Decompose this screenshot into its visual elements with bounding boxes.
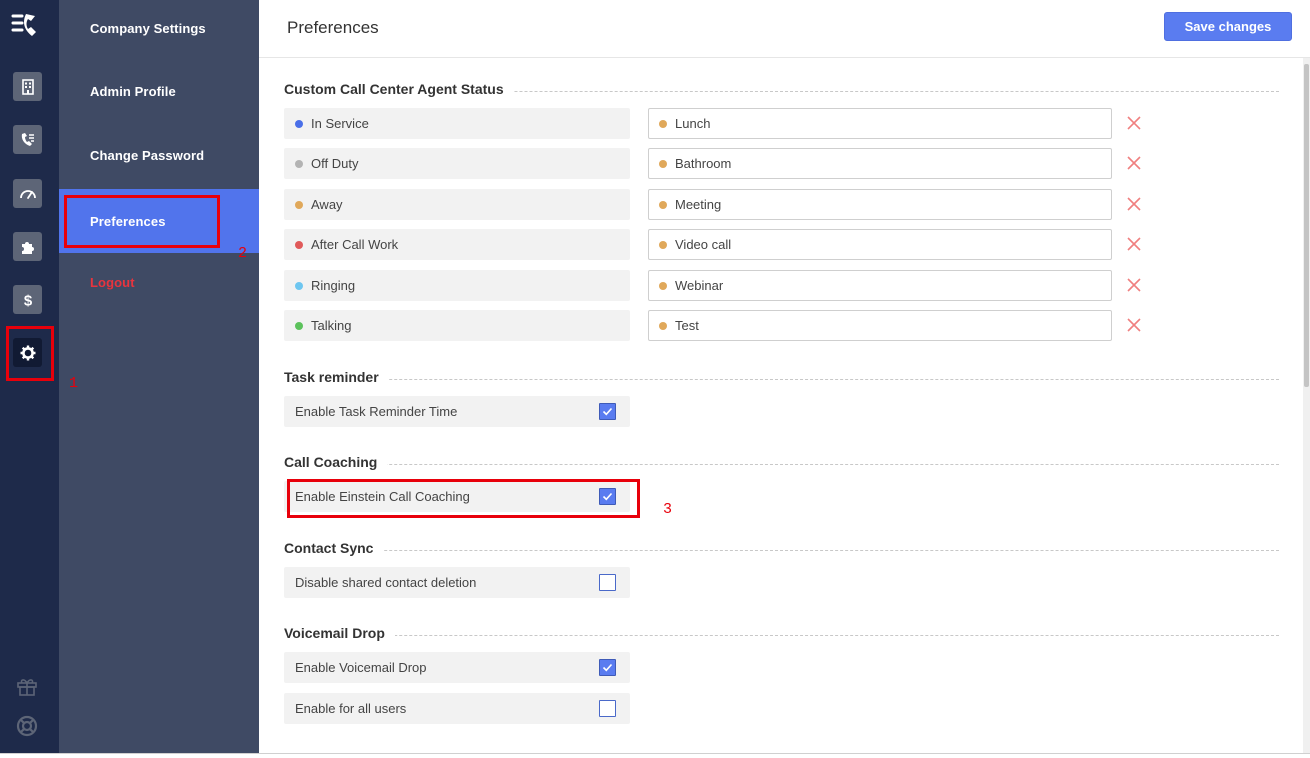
section-divider (284, 635, 1279, 636)
voicemail-all-users-option: Enable for all users (284, 693, 630, 724)
custom-status-input[interactable]: Bathroom (648, 148, 1112, 179)
menu-item-change-password[interactable]: Change Password (59, 123, 259, 187)
contact-sync-title: Contact Sync (284, 540, 384, 556)
option-label: Enable for all users (295, 701, 407, 716)
status-label: Away (311, 197, 343, 212)
app-logo-icon[interactable] (10, 10, 46, 42)
page-header: Preferences Save changes (259, 0, 1310, 58)
rail-billing-button[interactable]: $ (13, 285, 42, 314)
status-color-dot (295, 119, 303, 128)
status-label: Ringing (311, 278, 356, 293)
section-divider (284, 464, 1279, 465)
custom-status-label[interactable]: Video call (675, 237, 731, 252)
rail-company-button[interactable] (13, 72, 42, 101)
status-label: After Call Work (311, 237, 399, 252)
status-color-dot[interactable] (659, 281, 667, 290)
rail-integrations-button[interactable] (13, 232, 42, 261)
status-color-dot (295, 159, 303, 168)
gift-icon (17, 679, 37, 696)
default-status-item: Off Duty (284, 148, 630, 179)
annotation-box-1 (6, 326, 54, 381)
annotation-box-3 (287, 479, 640, 518)
option-label: Enable Task Reminder Time (295, 404, 458, 419)
delete-status-icon[interactable] (1126, 236, 1142, 252)
status-label: Talking (311, 318, 352, 333)
status-color-dot (295, 240, 303, 249)
voicemail-all-users-checkbox[interactable] (599, 700, 616, 717)
default-status-item: After Call Work (284, 229, 630, 260)
default-status-item: Talking (284, 310, 630, 341)
custom-status-label[interactable]: Test (675, 318, 699, 333)
task-reminder-checkbox[interactable] (599, 403, 616, 420)
speedometer-icon (19, 189, 36, 199)
voicemail-drop-title: Voicemail Drop (284, 625, 395, 641)
default-status-item: Away (284, 189, 630, 220)
custom-status-input[interactable]: Video call (648, 229, 1112, 260)
custom-status-label[interactable]: Meeting (675, 197, 721, 212)
annotation-box-2 (64, 195, 220, 248)
status-color-dot[interactable] (659, 240, 667, 249)
custom-status-label[interactable]: Lunch (675, 116, 710, 131)
delete-status-icon[interactable] (1126, 115, 1142, 131)
status-label: Off Duty (311, 156, 359, 171)
dollar-icon: $ (23, 292, 32, 309)
task-reminder-title: Task reminder (284, 369, 389, 385)
annotation-number-1: 1 (69, 375, 79, 392)
call-list-icon (21, 132, 34, 146)
menu-item-admin-profile[interactable]: Admin Profile (59, 59, 259, 123)
contact-sync-option: Disable shared contact deletion (284, 567, 630, 598)
custom-status-label[interactable]: Webinar (675, 278, 723, 293)
status-color-dot (295, 321, 303, 330)
custom-status-input[interactable]: Meeting (648, 189, 1112, 220)
page-title: Preferences (287, 18, 379, 37)
annotation-number-3: 3 (663, 501, 673, 518)
delete-status-icon[interactable] (1126, 196, 1142, 212)
option-label: Enable Voicemail Drop (295, 660, 427, 675)
agent-status-title: Custom Call Center Agent Status (284, 81, 514, 97)
custom-status-input[interactable]: Webinar (648, 270, 1112, 301)
window-bottom-edge (0, 753, 1310, 758)
section-divider (284, 379, 1279, 380)
voicemail-drop-checkbox[interactable] (599, 659, 616, 676)
custom-status-input[interactable]: Lunch (648, 108, 1112, 139)
svg-text:$: $ (23, 292, 32, 309)
delete-status-icon[interactable] (1126, 155, 1142, 171)
status-label: In Service (311, 116, 369, 131)
checkmark-icon (602, 407, 613, 416)
puzzle-icon (21, 241, 34, 254)
status-color-dot[interactable] (659, 159, 667, 168)
rail-dashboard-button[interactable] (13, 179, 42, 208)
status-color-dot (295, 200, 303, 209)
delete-status-icon[interactable] (1126, 317, 1142, 333)
menu-item-company-settings[interactable]: Company Settings (59, 0, 259, 60)
app-window: $ Company Settings Admin Profile Change … (0, 0, 1310, 758)
call-coaching-title: Call Coaching (284, 454, 388, 470)
status-color-dot (295, 281, 303, 290)
scrollbar-thumb[interactable] (1304, 64, 1309, 387)
save-changes-button[interactable]: Save changes (1164, 12, 1292, 41)
section-divider (284, 550, 1279, 551)
lifebuoy-icon (16, 715, 38, 737)
menu-item-logout[interactable]: Logout (59, 250, 259, 314)
delete-status-icon[interactable] (1126, 277, 1142, 293)
default-status-item: Ringing (284, 270, 630, 301)
status-color-dot[interactable] (659, 321, 667, 330)
gift-button[interactable] (14, 673, 40, 699)
default-status-item: In Service (284, 108, 630, 139)
status-color-dot[interactable] (659, 200, 667, 209)
voicemail-drop-option: Enable Voicemail Drop (284, 652, 630, 683)
help-button[interactable] (14, 713, 40, 739)
building-icon (21, 78, 34, 95)
annotation-number-2: 2 (238, 245, 248, 262)
custom-status-input[interactable]: Test (648, 310, 1112, 341)
status-color-dot[interactable] (659, 119, 667, 128)
task-reminder-option: Enable Task Reminder Time (284, 396, 630, 427)
option-label: Disable shared contact deletion (295, 575, 477, 590)
contact-deletion-checkbox[interactable] (599, 574, 616, 591)
custom-status-label[interactable]: Bathroom (675, 156, 731, 171)
settings-menu: Company Settings Admin Profile Change Pa… (59, 0, 259, 753)
checkmark-icon (602, 663, 613, 672)
rail-calls-button[interactable] (13, 125, 42, 154)
